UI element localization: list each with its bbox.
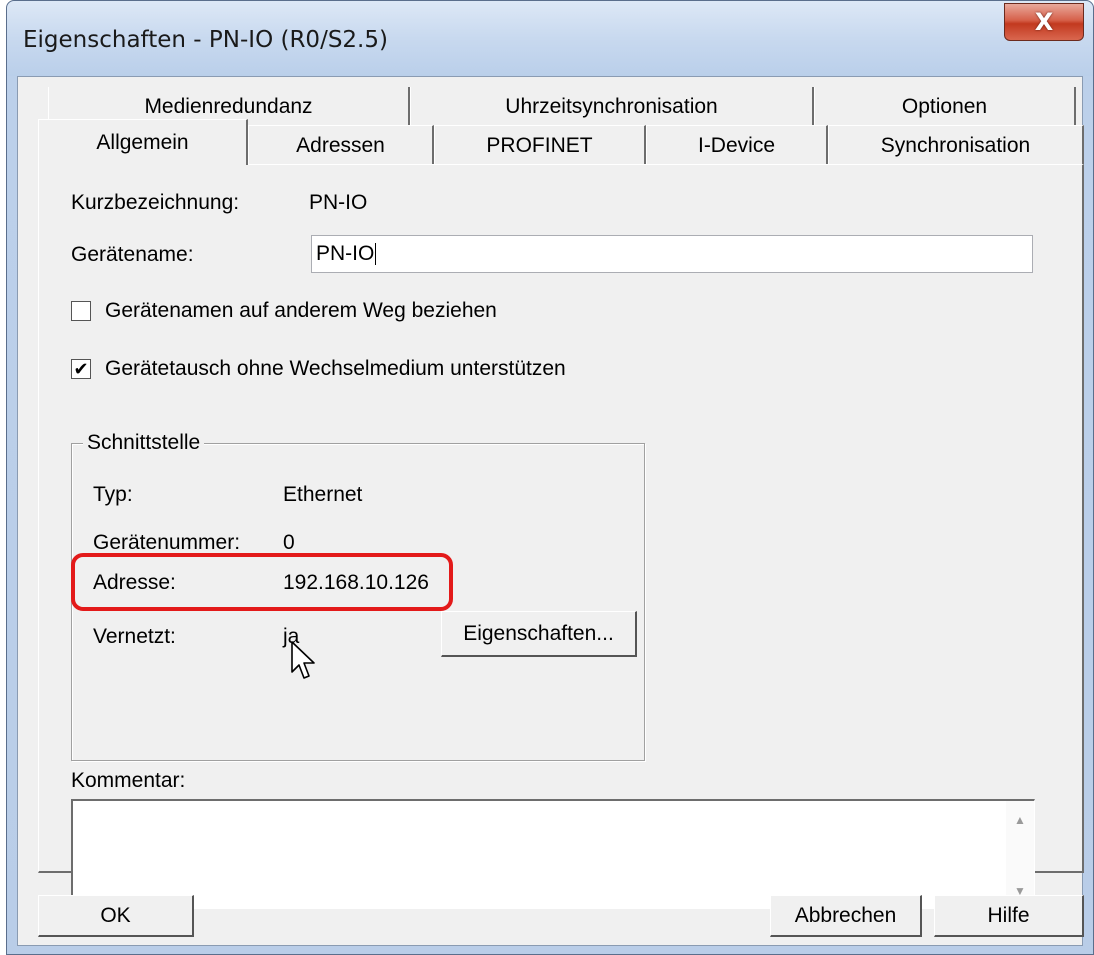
- device-replacement-checkbox[interactable]: ✔: [71, 359, 91, 379]
- tab-label: Uhrzeitsynchronisation: [505, 95, 718, 118]
- window-title: Eigenschaften - PN-IO (R0/S2.5): [23, 27, 388, 53]
- comment-label: Kommentar:: [71, 769, 186, 792]
- get-name-other-way-label[interactable]: Gerätenamen auf anderem Weg beziehen: [105, 299, 497, 323]
- interface-group-title: Schnittstelle: [83, 431, 205, 455]
- dialog-client-area: Medienredundanz Uhrzeitsynchronisation O…: [17, 76, 1084, 946]
- close-icon: X: [1034, 8, 1054, 36]
- short-name-label: Kurzbezeichnung:: [71, 191, 240, 214]
- networked-label: Vernetzt:: [93, 625, 176, 648]
- get-name-other-way-checkbox[interactable]: [71, 301, 91, 321]
- mouse-cursor-icon: [291, 641, 315, 679]
- device-replacement-label[interactable]: Gerätetausch ohne Wechselmedium unterstü…: [105, 357, 566, 381]
- scroll-up-icon[interactable]: ▲: [1014, 813, 1026, 827]
- device-name-value: PN-IO: [316, 242, 375, 265]
- help-button[interactable]: Hilfe: [934, 895, 1084, 937]
- close-button[interactable]: X: [1004, 3, 1084, 41]
- tab-allgemein[interactable]: Allgemein: [38, 119, 248, 165]
- comment-scrollbar[interactable]: ▲ ▼: [1006, 801, 1034, 908]
- short-name-value: PN-IO: [309, 191, 368, 214]
- device-name-label: Gerätename:: [71, 243, 194, 266]
- button-label: Hilfe: [987, 903, 1030, 927]
- tab-label: Adressen: [296, 133, 385, 157]
- tab-profinet[interactable]: PROFINET: [434, 125, 646, 165]
- button-label: Eigenschaften...: [463, 621, 614, 645]
- tab-label: Optionen: [901, 95, 988, 118]
- tab-label: PROFINET: [486, 133, 593, 157]
- text-caret: [375, 243, 377, 266]
- title-bar: Eigenschaften - PN-IO (R0/S2.5) X: [7, 1, 1093, 76]
- tab-adressen[interactable]: Adressen: [248, 125, 434, 165]
- cancel-button[interactable]: Abbrechen: [770, 895, 922, 937]
- tab-label: Medienredundanz: [144, 95, 313, 118]
- address-value: 192.168.10.126: [283, 571, 429, 594]
- tab-i-device[interactable]: I-Device: [646, 125, 828, 165]
- device-name-input[interactable]: PN-IO: [311, 235, 1033, 273]
- interface-properties-button[interactable]: Eigenschaften...: [441, 611, 637, 657]
- address-label: Adresse:: [93, 571, 176, 594]
- device-number-label: Gerätenummer:: [93, 531, 241, 554]
- tab-label: Allgemein: [96, 130, 189, 154]
- tab-optionen[interactable]: Optionen: [814, 87, 1076, 127]
- comment-textarea[interactable]: ▲ ▼: [71, 799, 1035, 909]
- properties-dialog: Eigenschaften - PN-IO (R0/S2.5) X Medien…: [6, 0, 1094, 955]
- ok-button[interactable]: OK: [38, 895, 194, 937]
- button-label: Abbrechen: [794, 903, 897, 927]
- device-number-value: 0: [283, 531, 295, 554]
- checkmark-icon: ✔: [73, 359, 89, 379]
- type-value: Ethernet: [283, 483, 363, 506]
- type-label: Typ:: [93, 483, 133, 506]
- button-label: OK: [100, 903, 131, 927]
- tab-synchronisation[interactable]: Synchronisation: [828, 125, 1084, 165]
- tab-uhrzeitsynchronisation[interactable]: Uhrzeitsynchronisation: [410, 87, 814, 127]
- tab-panel-allgemein: Kurzbezeichnung: PN-IO Gerätename: PN-IO…: [38, 164, 1084, 909]
- tab-label: I-Device: [697, 133, 776, 157]
- tab-label: Synchronisation: [880, 133, 1031, 157]
